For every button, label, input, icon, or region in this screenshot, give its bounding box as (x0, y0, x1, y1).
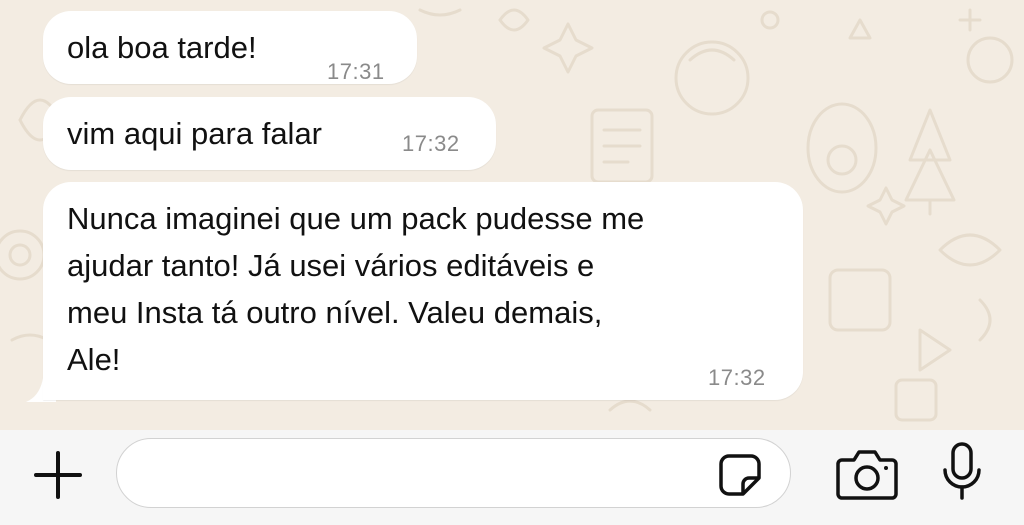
message-input[interactable] (141, 439, 705, 507)
message-text: Nunca imaginei que um pack pudesse me aj… (67, 201, 645, 377)
microphone-icon[interactable] (940, 440, 984, 506)
message-composer (0, 430, 1024, 525)
message-text: vim aqui para falar (67, 116, 323, 151)
message-timestamp: 17:31 (327, 59, 385, 84)
plus-icon[interactable] (30, 447, 86, 503)
message-list: ola boa tarde! 17:31 vim aqui para falar… (0, 0, 1024, 430)
message-bubble[interactable]: Nunca imaginei que um pack pudesse me aj… (43, 182, 803, 400)
message-timestamp: 17:32 (402, 131, 460, 156)
message-input-container[interactable] (116, 438, 791, 508)
message-bubble[interactable]: ola boa tarde! 17:31 (43, 11, 417, 84)
message-timestamp: 17:32 (708, 365, 766, 390)
message-bubble[interactable]: vim aqui para falar 17:32 (43, 97, 496, 170)
sticker-icon[interactable] (717, 452, 763, 498)
camera-icon[interactable] (834, 446, 900, 502)
message-text: ola boa tarde! (67, 30, 257, 65)
